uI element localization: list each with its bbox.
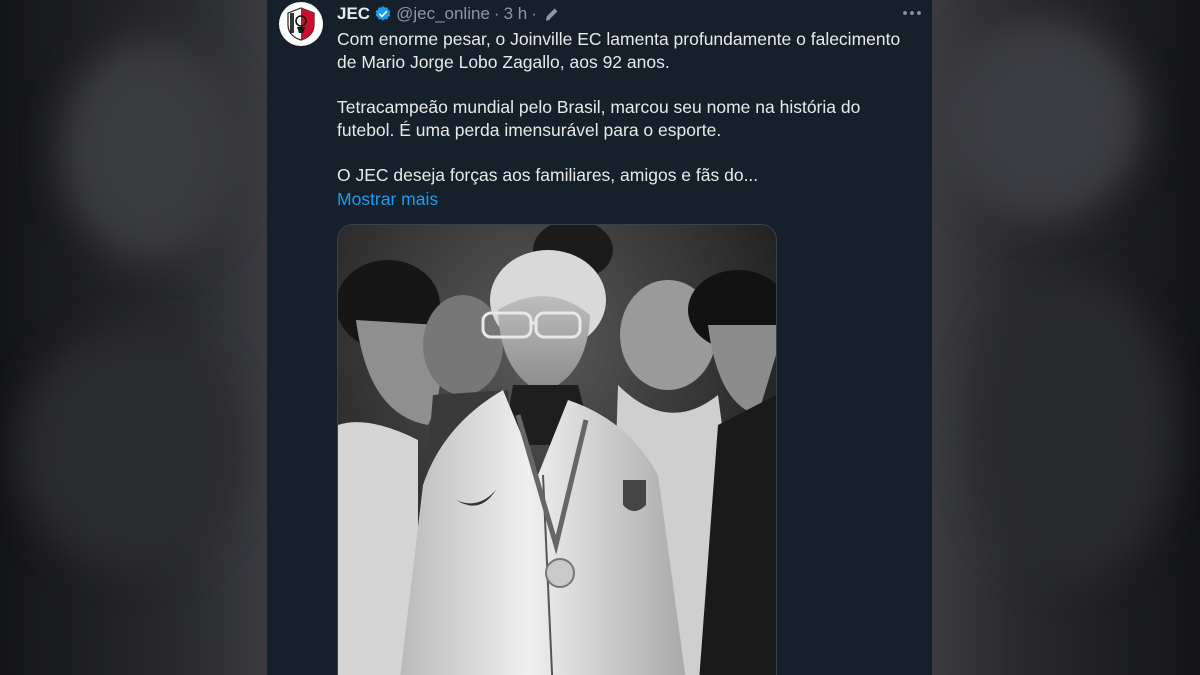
show-more-link[interactable]: Mostrar mais — [337, 188, 438, 211]
tweet-card[interactable]: JEC @jec_online · 3 h · Com enorme pesar… — [267, 0, 932, 675]
tweet-paragraph: Tetracampeão mundial pelo Brasil, marcou… — [337, 97, 861, 140]
black-and-white-photo — [338, 225, 776, 675]
tweet-header: JEC @jec_online · 3 h · — [337, 3, 561, 25]
more-horizontal-icon — [903, 11, 921, 15]
background-left — [0, 0, 267, 675]
tweet-paragraph: Com enorme pesar, o Joinville EC lamenta… — [337, 29, 901, 72]
separator: · — [531, 4, 537, 23]
author-handle[interactable]: @jec_online — [396, 4, 490, 24]
tweet-paragraph: O JEC deseja forças aos familiares, amig… — [337, 165, 759, 185]
verified-badge-icon — [374, 5, 392, 23]
avatar[interactable] — [279, 2, 323, 46]
edit-pencil-icon[interactable] — [543, 5, 561, 23]
tweet-photo[interactable] — [337, 224, 777, 675]
club-crest-icon — [287, 7, 315, 41]
background-right — [932, 0, 1200, 675]
separator: · — [493, 4, 500, 23]
timestamp[interactable]: 3 h — [504, 4, 528, 24]
tweet-text: Com enorme pesar, o Joinville EC lamenta… — [337, 28, 912, 187]
more-options-button[interactable] — [898, 1, 926, 25]
author-name[interactable]: JEC — [337, 4, 370, 24]
